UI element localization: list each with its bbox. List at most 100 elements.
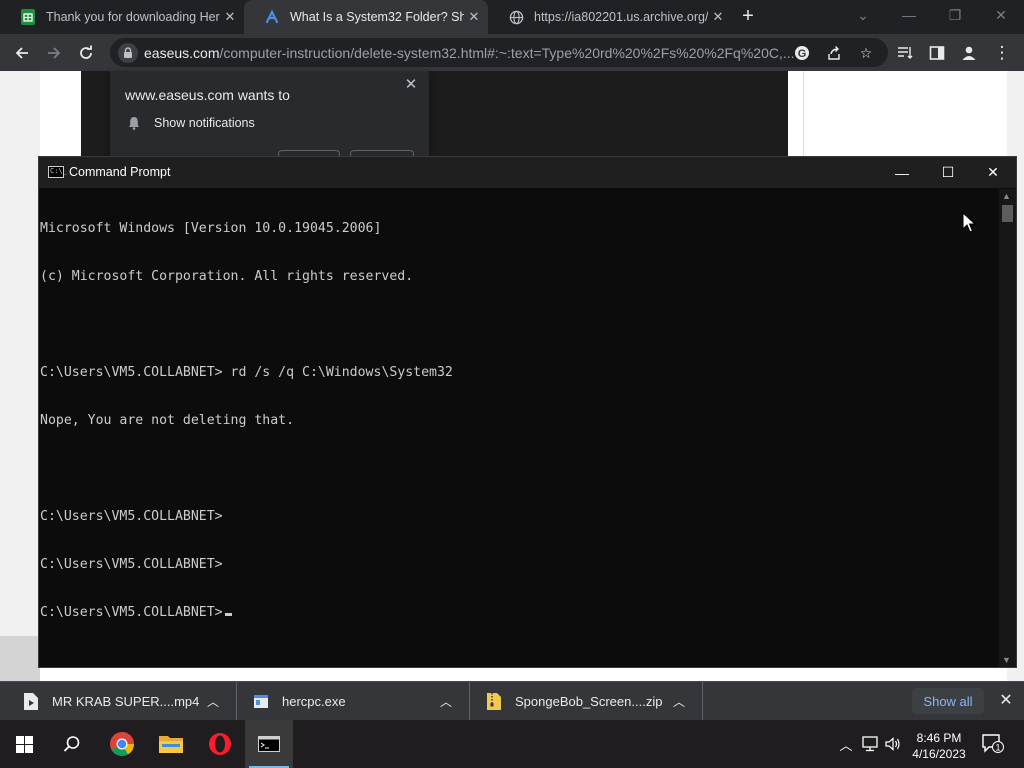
profile-avatar-icon[interactable] <box>956 40 982 66</box>
tab-title: Thank you for downloading Herc <box>46 10 220 24</box>
reload-icon[interactable] <box>73 40 99 66</box>
divider <box>236 682 237 721</box>
chrome-icon <box>110 732 134 757</box>
scrollbar-thumb[interactable] <box>1002 205 1013 222</box>
system-clock[interactable]: 8:46 PM 4/16/2023 <box>906 730 972 762</box>
close-window-icon[interactable]: ✕ <box>978 0 1024 30</box>
new-tab-button[interactable]: + <box>736 5 760 29</box>
lock-icon[interactable] <box>118 42 138 63</box>
minimize-icon[interactable]: — <box>886 0 932 30</box>
console-output[interactable]: Microsoft Windows [Version 10.0.19045.20… <box>40 189 1000 667</box>
browser-tab-strip: Thank you for downloading Herc ✕ What Is… <box>0 0 1024 34</box>
chevron-up-icon[interactable]: ︿ <box>203 682 223 721</box>
console-scrollbar[interactable]: ▲ ▼ <box>999 189 1016 667</box>
download-shelf: MR KRAB SUPER....mp4 ︿ hercpc.exe ︿ Spon… <box>0 681 1024 721</box>
console-line: Microsoft Windows [Version 10.0.19045.20… <box>40 221 382 236</box>
console-line: (c) Microsoft Corporation. All rights re… <box>40 269 414 284</box>
tab-thank-you-download[interactable]: Thank you for downloading Herc ✕ <box>0 0 244 34</box>
network-icon[interactable] <box>860 734 880 754</box>
download-file-name: MR KRAB SUPER....mp4 <box>52 694 200 709</box>
easeus-icon <box>264 9 280 25</box>
file-explorer-taskbar-button[interactable] <box>147 720 195 768</box>
action-center-button[interactable]: 1 <box>982 734 1004 754</box>
menu-kebab-icon[interactable]: ⋮ <box>989 40 1015 66</box>
page-footer-block <box>0 636 40 681</box>
close-window-icon[interactable]: ✕ <box>970 157 1016 188</box>
tab-archive-org[interactable]: https://ia802201.us.archive.org/ ✕ <box>488 0 732 34</box>
download-item[interactable]: SpongeBob_Screen....zip <box>487 682 662 721</box>
maximize-icon[interactable]: ☐ <box>925 157 971 188</box>
page-side-strip <box>0 71 40 681</box>
search-icon <box>63 736 80 752</box>
address-bar[interactable]: easeus.com/computer-instruction/delete-s… <box>110 38 888 67</box>
tab-title: https://ia802201.us.archive.org/ <box>534 10 708 24</box>
side-panel-icon[interactable] <box>924 40 950 66</box>
exe-file-icon <box>254 695 268 708</box>
close-icon[interactable]: ✕ <box>708 9 728 25</box>
console-prompt-line[interactable]: C:\Users\VM5.COLLABNET> <box>40 605 1000 621</box>
share-icon[interactable] <box>824 43 844 63</box>
window-title-bar[interactable]: C:\_ Command Prompt — ☐ ✕ <box>39 157 1016 188</box>
divider <box>469 682 470 721</box>
console-line: C:\Users\VM5.COLLABNET> <box>40 509 223 524</box>
permission-label: Show notifications <box>154 116 255 130</box>
command-prompt-window[interactable]: C:\_ Command Prompt — ☐ ✕ Microsoft Wind… <box>38 156 1017 668</box>
sheets-icon <box>20 9 36 25</box>
forward-arrow-icon[interactable] <box>41 40 67 66</box>
page-divider <box>803 71 804 161</box>
close-icon[interactable]: ✕ <box>401 75 421 95</box>
file-explorer-icon <box>159 736 183 753</box>
url-text: easeus.com/computer-instruction/delete-s… <box>144 45 798 61</box>
scroll-down-arrow-icon[interactable]: ▼ <box>1002 655 1011 665</box>
tab-search-chevron-icon[interactable]: ⌄ <box>840 0 886 30</box>
url-host: easeus.com <box>144 44 220 61</box>
back-arrow-icon[interactable] <box>9 40 35 66</box>
start-icon <box>15 735 33 753</box>
svg-text:G: G <box>798 48 807 60</box>
minimize-icon[interactable]: — <box>879 157 925 188</box>
chevron-up-icon[interactable]: ︿ <box>836 734 856 754</box>
windows-taskbar: ︿ 8:46 PM 4/16/2023 1 <box>0 720 1024 768</box>
command-prompt-icon <box>258 736 280 752</box>
clock-time: 8:46 PM <box>916 731 962 745</box>
chevron-up-icon[interactable]: ︿ <box>436 682 456 721</box>
download-item[interactable]: MR KRAB SUPER....mp4 <box>24 682 199 721</box>
console-line: C:\Users\VM5.COLLABNET> <box>40 605 223 620</box>
tab-what-is-system32[interactable]: What Is a System32 Folder? Shou ✕ <box>244 0 488 34</box>
reading-list-icon[interactable] <box>892 40 918 66</box>
video-file-icon <box>24 693 38 710</box>
console-line: C:\Users\VM5.COLLABNET> rd /s /q C:\Wind… <box>40 365 453 380</box>
restore-icon[interactable]: ❐ <box>932 0 978 30</box>
command-prompt-taskbar-button[interactable] <box>245 720 293 768</box>
google-lens-icon[interactable]: G <box>792 43 812 63</box>
volume-icon[interactable] <box>883 734 903 754</box>
window-title: Command Prompt <box>69 165 171 179</box>
clock-date: 4/16/2023 <box>912 747 966 761</box>
download-item[interactable]: hercpc.exe <box>254 682 346 721</box>
prompt-title: www.easeus.com wants to <box>125 87 290 103</box>
bookmark-star-icon[interactable]: ☆ <box>856 43 876 63</box>
close-icon[interactable]: ✕ <box>464 9 484 25</box>
text-cursor <box>224 613 232 616</box>
chrome-taskbar-button[interactable] <box>98 720 146 768</box>
console-line: C:\Users\VM5.COLLABNET> <box>40 557 223 572</box>
close-icon[interactable]: ✕ <box>996 691 1016 711</box>
scroll-up-arrow-icon[interactable]: ▲ <box>1002 191 1011 201</box>
browser-toolbar: easeus.com/computer-instruction/delete-s… <box>0 34 1024 71</box>
notification-permission-prompt: www.easeus.com wants to ✕ Show notificat… <box>110 71 429 164</box>
opera-icon <box>209 733 231 755</box>
mouse-pointer-icon <box>962 212 976 233</box>
opera-taskbar-button[interactable] <box>196 720 244 768</box>
show-all-downloads-button[interactable]: Show all <box>912 688 984 714</box>
download-file-name: hercpc.exe <box>282 694 346 709</box>
command-prompt-icon: C:\_ <box>48 166 67 178</box>
search-button[interactable] <box>48 720 96 768</box>
globe-icon <box>508 9 524 25</box>
start-button[interactable] <box>0 720 48 768</box>
bell-icon <box>129 117 139 130</box>
close-icon[interactable]: ✕ <box>220 9 240 25</box>
chevron-up-icon[interactable]: ︿ <box>669 682 689 721</box>
action-center-icon: 1 <box>982 734 1004 753</box>
